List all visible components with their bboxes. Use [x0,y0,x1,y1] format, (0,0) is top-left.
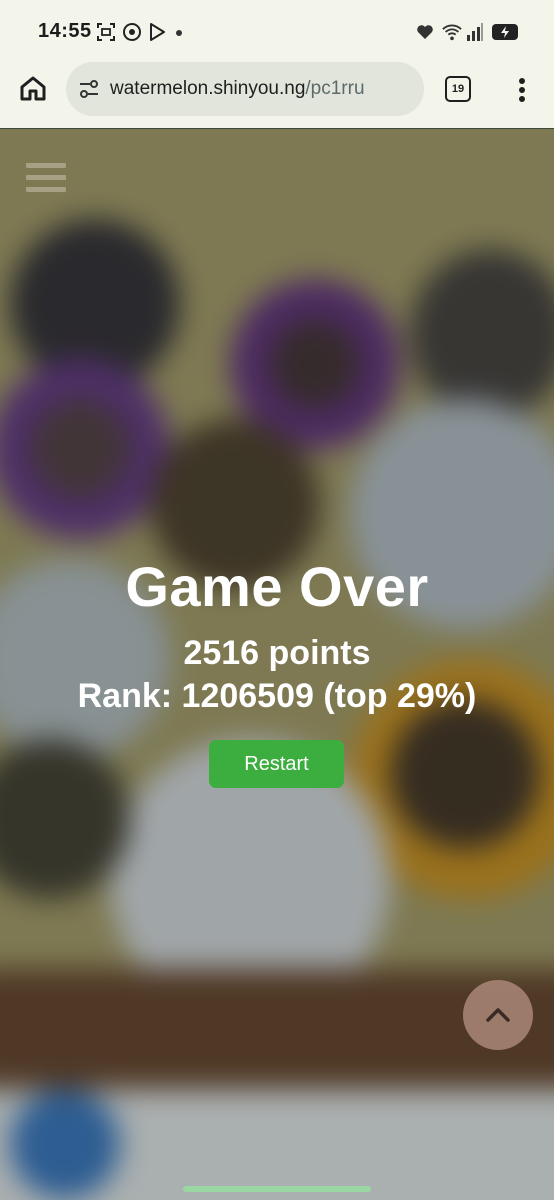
home-icon [20,76,46,101]
url-text: watermelon.shinyou.ng/pc1rru [110,78,365,100]
chevron-up-icon [486,1008,510,1022]
status-bar: 14:55 [0,0,554,62]
browser-toolbar: watermelon.shinyou.ng/pc1rru 19 [0,62,554,129]
home-button[interactable] [18,74,48,104]
site-settings-icon[interactable] [78,78,100,100]
more-vert-icon [519,78,525,102]
screenshot-icon [96,22,116,42]
battery-charging-icon [491,22,521,42]
hamburger-menu-button[interactable] [26,163,66,195]
url-path: /pc1rru [305,78,365,99]
status-time: 14:55 [38,20,92,42]
url-bar[interactable]: watermelon.shinyou.ng/pc1rru [66,62,424,116]
hamburger-line [26,163,66,168]
restart-button[interactable]: Restart [209,740,344,788]
rank-text: Rank: 1206509 (top 29%) [77,677,477,715]
heart-icon [415,22,435,42]
hamburger-line [26,175,66,180]
wifi-icon [442,22,462,42]
play-icon [147,22,167,42]
signal-icon [465,22,485,42]
score-points: 2516 points [183,634,371,672]
more-menu-button[interactable] [512,76,532,104]
hamburger-line [26,187,66,192]
notification-dot [176,30,182,36]
url-domain: watermelon.shinyou.ng [110,78,306,99]
game-over-title: Game Over [125,555,429,618]
recorder-icon [122,22,142,42]
gesture-navigation-bar[interactable] [183,1186,371,1192]
scroll-to-top-button[interactable] [463,980,533,1050]
game-area: Game Over 2516 points Rank: 1206509 (top… [0,129,554,1200]
tab-switcher-button[interactable]: 19 [445,76,471,102]
